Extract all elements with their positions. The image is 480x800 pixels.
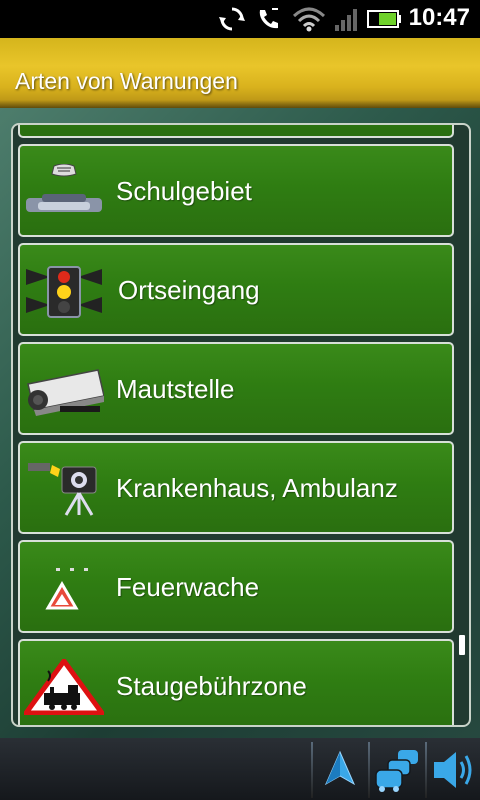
page-title: Arten von Warnungen [15, 68, 238, 94]
traffic-light-icon [26, 266, 102, 318]
traffic-icon[interactable] [372, 744, 424, 796]
list-item[interactable]: Feuerwache [18, 540, 454, 633]
list-item-partial[interactable] [18, 125, 454, 138]
scrollbar-thumb[interactable] [459, 635, 465, 655]
list-item[interactable]: Staugebührzone [18, 639, 454, 725]
list-item-label: Mautstelle [116, 374, 235, 404]
navigation-arrow-icon[interactable] [314, 744, 366, 796]
list-item-label: Schulgebiet [116, 176, 252, 206]
title-bar: Arten von Warnungen [0, 38, 480, 108]
separator [425, 742, 427, 798]
list-item-label: Krankenhaus, Ambulanz [116, 473, 398, 503]
title-shadow [0, 100, 480, 108]
camera-tripod-icon [28, 463, 97, 516]
list-item-label: Ortseingang [118, 275, 260, 305]
bottom-toolbar [0, 738, 480, 800]
school-zone-icon [26, 164, 102, 212]
list-item-label: Feuerwache [116, 572, 260, 602]
railway-crossing-icon [24, 659, 104, 715]
separator [311, 742, 313, 798]
phone-icon [259, 8, 278, 29]
signal-icon [335, 9, 357, 31]
list-item[interactable]: Mautstelle [18, 342, 454, 435]
volume-icon[interactable] [428, 744, 480, 796]
clock: 10:47 [408, 4, 470, 31]
list-item[interactable]: Schulgebiet [18, 144, 454, 237]
camera-icon [27, 369, 104, 416]
battery-icon [367, 10, 401, 28]
sync-icon [219, 7, 245, 31]
separator [368, 742, 370, 798]
list-item[interactable]: Ortseingang [18, 243, 454, 336]
warning-list-frame[interactable]: Schulgebiet Ortseingang Mautstelle Krank… [11, 123, 471, 727]
list-item-label: Staugebührzone [116, 671, 307, 701]
wifi-icon [292, 7, 326, 32]
status-bar: 10:47 [0, 0, 480, 38]
warning-triangle-icon [45, 568, 88, 610]
list-item[interactable]: Krankenhaus, Ambulanz [18, 441, 454, 534]
